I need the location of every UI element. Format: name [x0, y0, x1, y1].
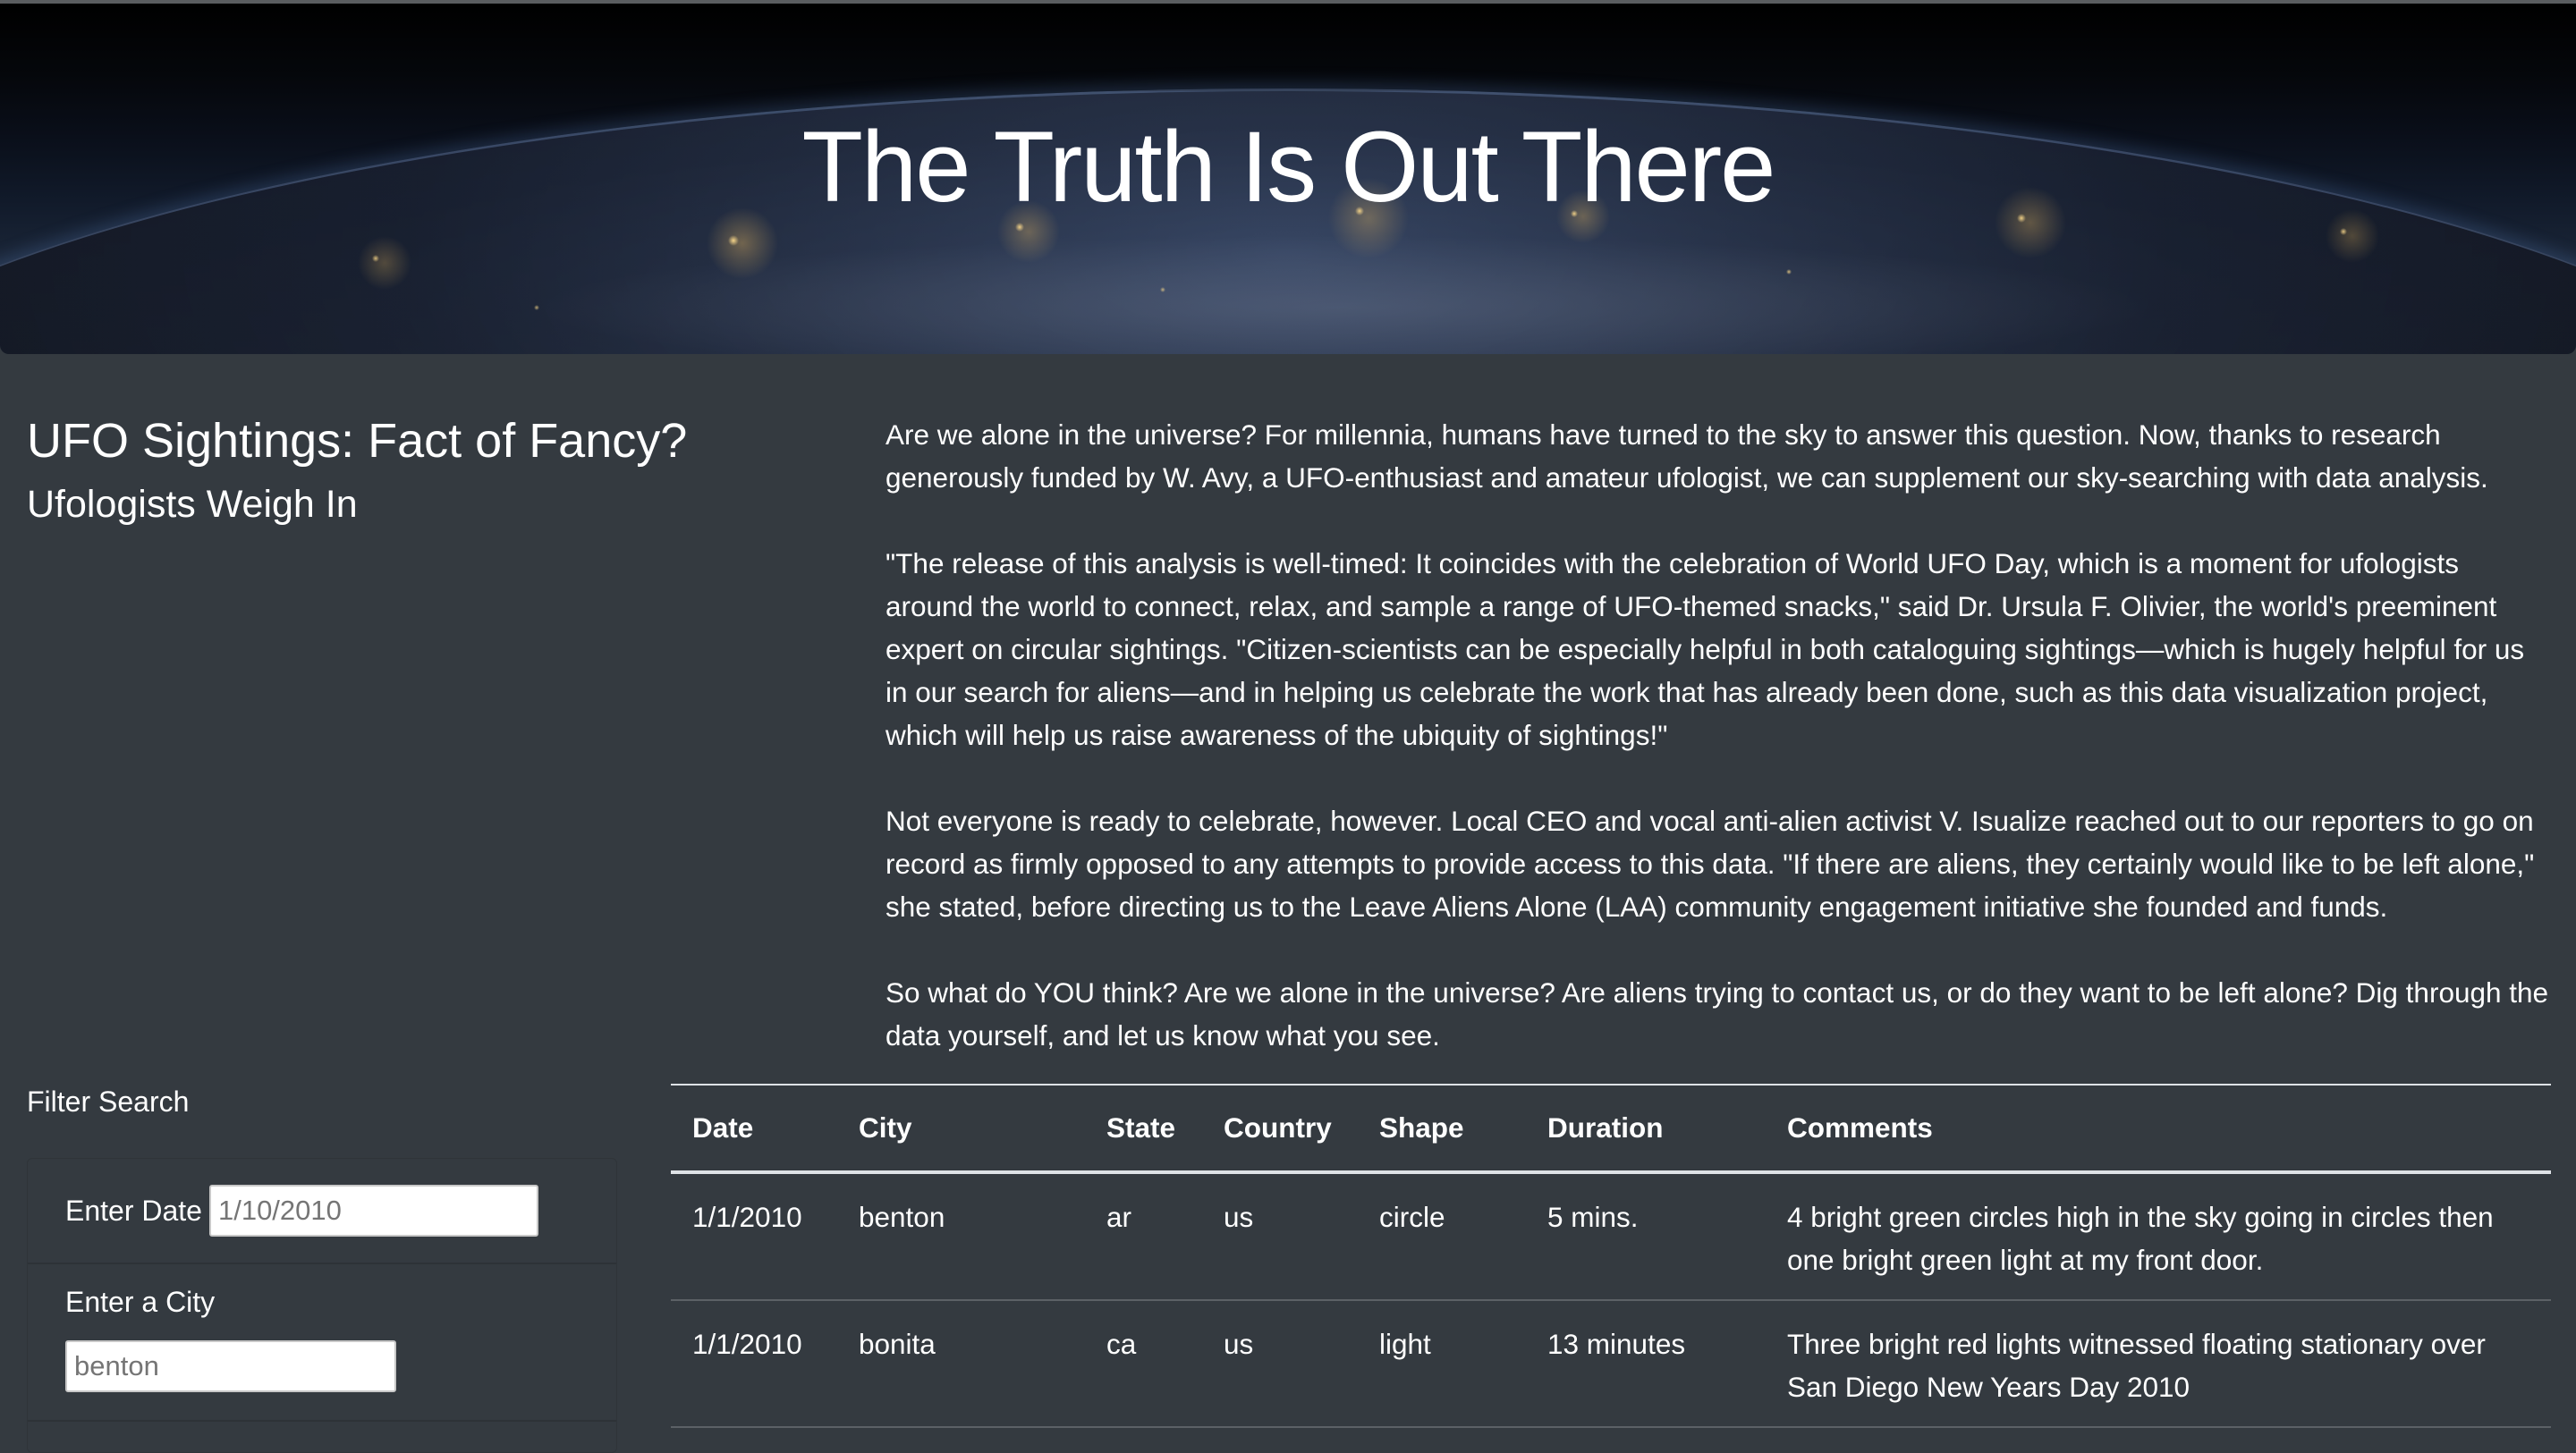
page-title: UFO Sightings: Fact of Fancy?	[27, 414, 688, 468]
table-row: 1/1/2010 bonita ca us light 13 minutes T…	[671, 1300, 2551, 1428]
cell-shape: circle	[1358, 1172, 1526, 1301]
filter-search-heading: Filter Search	[27, 1086, 190, 1118]
ufo-table: Date City State Country Shape Duration C…	[671, 1084, 2551, 1428]
filter-item-date: Enter Date	[28, 1159, 616, 1264]
cell-comments: Three bright red lights witnessed floati…	[1766, 1300, 2551, 1428]
header-comments: Comments	[1766, 1085, 2551, 1174]
date-label: Enter Date	[65, 1194, 202, 1227]
header-duration: Duration	[1526, 1085, 1766, 1174]
table-header-row: Date City State Country Shape Duration C…	[671, 1085, 2551, 1174]
cell-duration: 5 mins.	[1526, 1172, 1766, 1301]
article-paragraph: Not everyone is ready to celebrate, howe…	[886, 805, 2535, 923]
city-input[interactable]	[65, 1340, 396, 1392]
header-state: State	[1085, 1085, 1202, 1174]
cell-comments: 4 bright green circles high in the sky g…	[1766, 1172, 2551, 1301]
cell-date: 1/1/2010	[671, 1300, 837, 1428]
cell-country: us	[1202, 1172, 1358, 1301]
header-shape: Shape	[1358, 1085, 1526, 1174]
cell-country: us	[1202, 1300, 1358, 1428]
article-body: Are we alone in the universe? For millen…	[886, 413, 2551, 1100]
article-paragraph: So what do YOU think? Are we alone in th…	[886, 976, 2549, 1052]
header-country: Country	[1202, 1085, 1358, 1174]
cell-duration: 13 minutes	[1526, 1300, 1766, 1428]
header-city: City	[837, 1085, 1085, 1174]
article-paragraph: Are we alone in the universe? For millen…	[886, 418, 2488, 494]
ufo-table-container: Date City State Country Shape Duration C…	[671, 1084, 2551, 1428]
cell-state: ca	[1085, 1300, 1202, 1428]
filter-panel: Enter Date Enter a City	[27, 1158, 617, 1453]
cell-state: ar	[1085, 1172, 1202, 1301]
cell-date: 1/1/2010	[671, 1172, 837, 1301]
hero-banner: The Truth Is Out There	[0, 0, 2576, 354]
cell-shape: light	[1358, 1300, 1526, 1428]
city-label: Enter a City	[65, 1286, 216, 1318]
date-input[interactable]	[208, 1185, 538, 1237]
page-subtitle: Ufologists Weigh In	[27, 483, 358, 526]
cell-city: benton	[837, 1172, 1085, 1301]
filter-item-city: Enter a City	[28, 1264, 616, 1422]
article-paragraph: "The release of this analysis is well-ti…	[886, 547, 2525, 751]
cell-city: bonita	[837, 1300, 1085, 1428]
hero-title: The Truth Is Out There	[801, 111, 1776, 223]
header-date: Date	[671, 1085, 837, 1174]
table-row: 1/1/2010 benton ar us circle 5 mins. 4 b…	[671, 1172, 2551, 1301]
